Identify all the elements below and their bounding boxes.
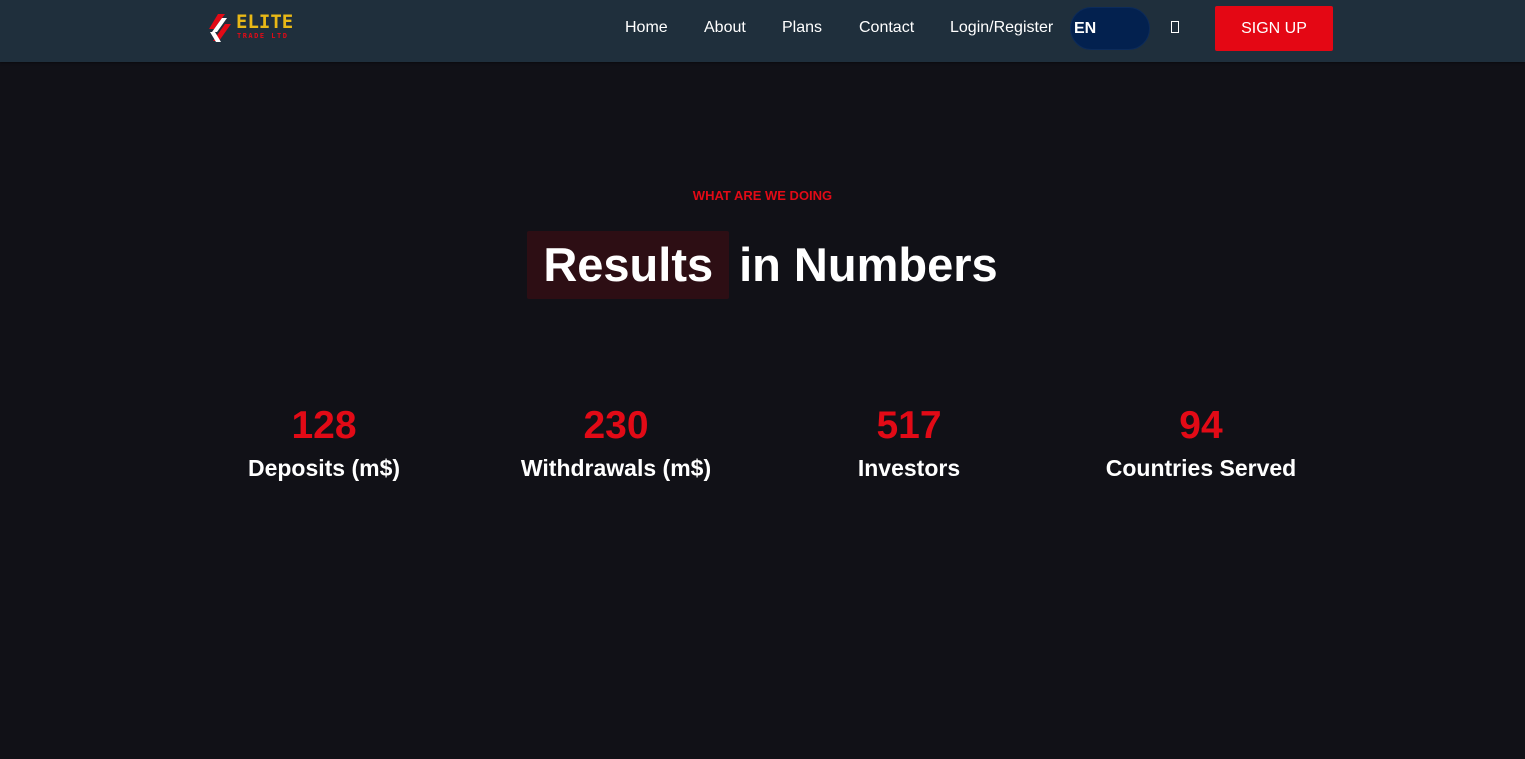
nav-link-home[interactable]: Home <box>625 19 668 37</box>
logo-mark-icon <box>209 14 231 42</box>
nav-link-contact[interactable]: Contact <box>859 19 914 37</box>
nav-link-plans[interactable]: Plans <box>782 19 822 37</box>
logo-brand: ELITE <box>236 11 294 33</box>
title-highlight: Results <box>527 231 730 299</box>
stat-countries-served: 94 Countries Served <box>1055 402 1347 482</box>
title-rest: in Numbers <box>739 238 998 291</box>
stat-label: Deposits (m$) <box>247 455 401 481</box>
stat-deposits: 128 Deposits (m$) <box>178 402 470 482</box>
language-select[interactable]: EN <box>1070 7 1150 50</box>
stat-value: 94 <box>1179 404 1223 447</box>
stat-label: Withdrawals (m$) <box>520 455 712 481</box>
missing-glyph-icon[interactable] <box>1171 21 1179 33</box>
stat-label: Investors <box>857 455 961 481</box>
stat-value: 128 <box>291 404 357 447</box>
navbar: ELITE TRADE LTD Home About Plans Contact… <box>0 0 1525 62</box>
nav-link-login-register[interactable]: Login/Register <box>950 19 1053 37</box>
stat-investors: 517 Investors <box>763 402 1055 482</box>
stat-withdrawals: 230 Withdrawals (m$) <box>470 402 762 482</box>
stat-value: 517 <box>876 404 942 447</box>
stat-value: 230 <box>583 404 649 447</box>
logo[interactable]: ELITE TRADE LTD <box>209 12 299 46</box>
stat-label: Countries Served <box>1105 455 1297 481</box>
logo-subtitle: TRADE LTD <box>237 32 289 40</box>
section-title: Results in Numbers <box>0 231 1525 299</box>
nav-link-about[interactable]: About <box>704 19 746 37</box>
section-eyebrow: WHAT ARE WE DOING <box>692 188 833 203</box>
sign-up-button[interactable]: SIGN UP <box>1215 6 1333 51</box>
